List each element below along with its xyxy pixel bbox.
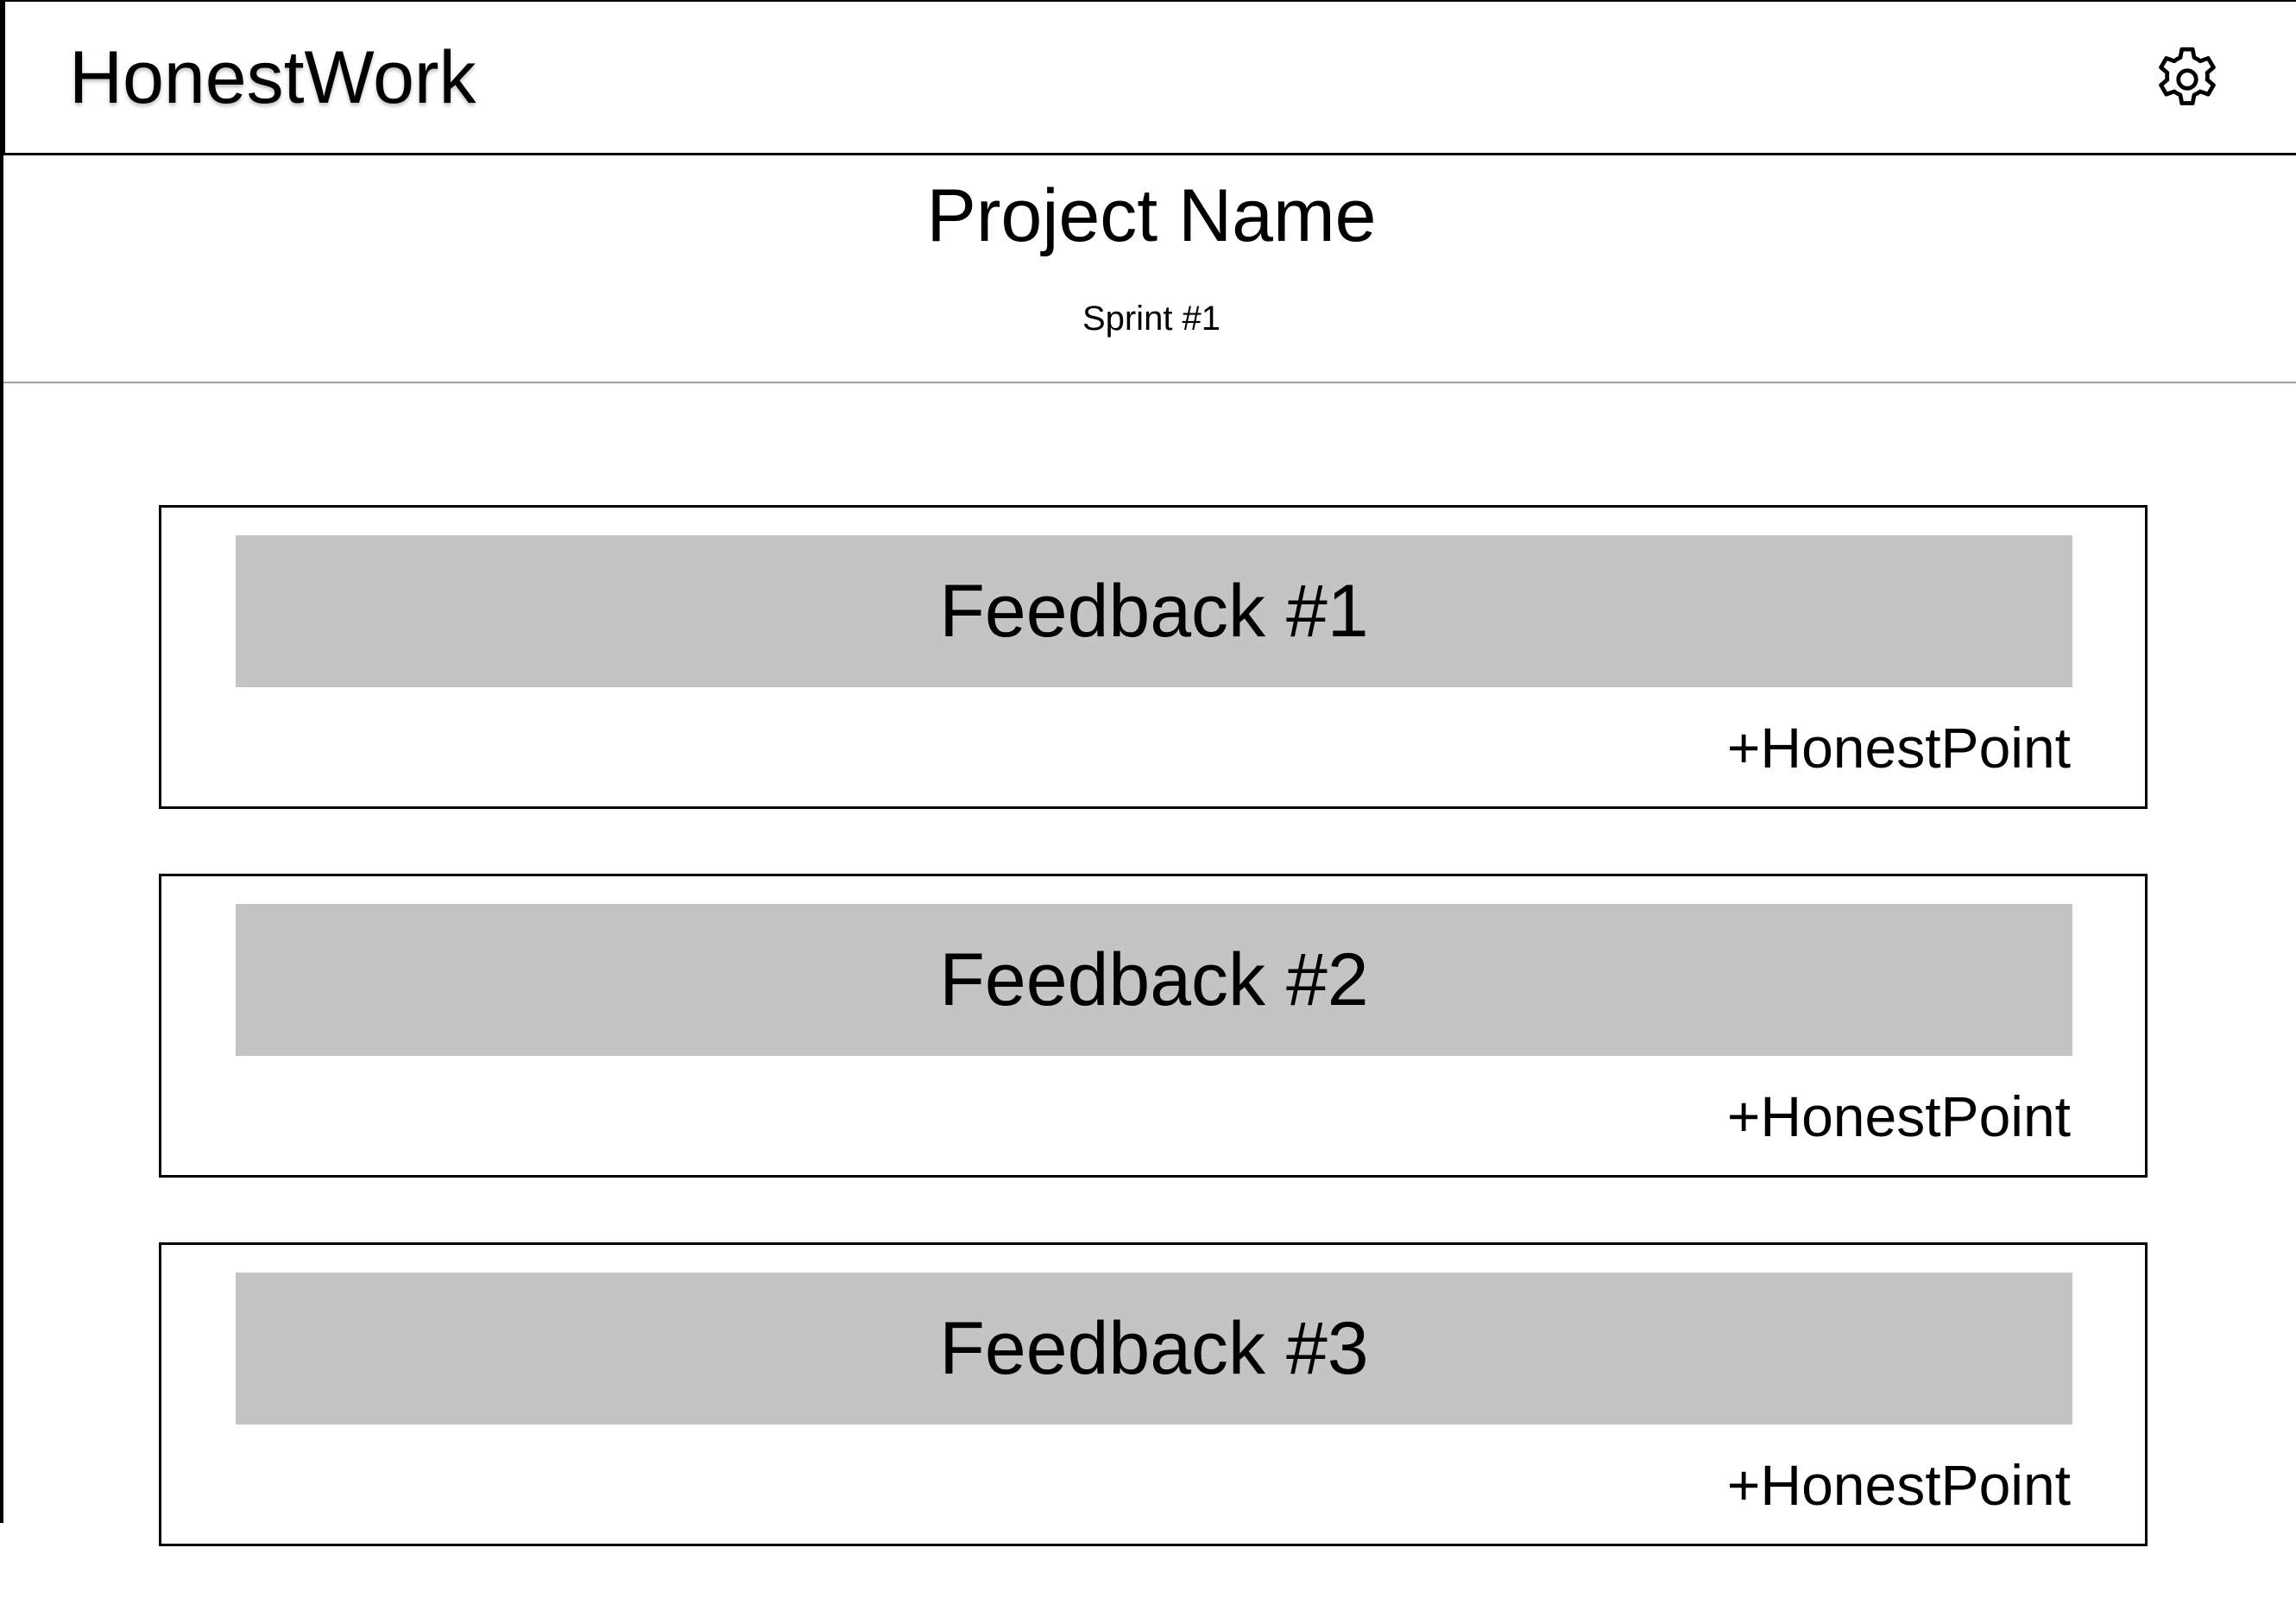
- feedback-title: Feedback #3: [939, 1307, 1369, 1390]
- feedback-card: Feedback #1 +HonestPoint: [159, 505, 2148, 809]
- honest-point-button[interactable]: +HonestPoint: [1727, 1450, 2071, 1519]
- feedback-title: Feedback #2: [939, 938, 1369, 1021]
- gear-icon: [2159, 47, 2216, 105]
- feedback-item[interactable]: Feedback #1: [236, 535, 2072, 687]
- feedback-card: Feedback #3 +HonestPoint: [159, 1242, 2148, 1546]
- project-name: Project Name: [926, 174, 1377, 257]
- feedback-item[interactable]: Feedback #3: [236, 1273, 2072, 1425]
- settings-button[interactable]: [2146, 38, 2229, 121]
- app-title: HonestWork: [69, 36, 476, 119]
- feedback-title: Feedback #1: [939, 570, 1369, 653]
- app-bar: HonestWork: [3, 0, 2296, 155]
- sprint-label: Sprint #1: [1082, 300, 1221, 338]
- feedback-card: Feedback #2 +HonestPoint: [159, 874, 2148, 1178]
- honest-point-button[interactable]: +HonestPoint: [1727, 1082, 2071, 1151]
- project-header: Project Name Sprint #1: [3, 155, 2296, 383]
- feedback-list: Feedback #1 +HonestPoint Feedback #2 +Ho…: [159, 505, 2148, 1611]
- feedback-item[interactable]: Feedback #2: [236, 904, 2072, 1056]
- app-frame: HonestWork Project Name Sprint #1 Feedba…: [0, 0, 2296, 1546]
- honest-point-button[interactable]: +HonestPoint: [1727, 713, 2071, 782]
